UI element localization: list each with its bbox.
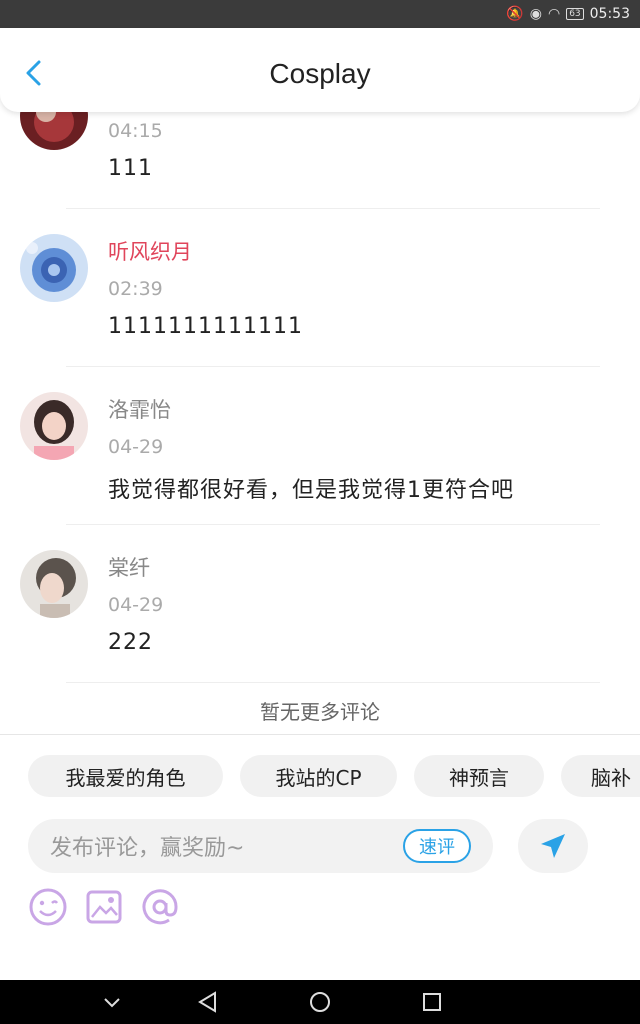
triangle-back-icon: [198, 991, 216, 1013]
mention-button[interactable]: [140, 887, 180, 927]
avatar[interactable]: [20, 550, 88, 618]
send-button[interactable]: [518, 819, 588, 873]
comment-author[interactable]: 洛霏怡: [108, 394, 171, 424]
comment-time: 02:39: [108, 278, 163, 300]
comment-input-placeholder: 发布评论，赢奖励~: [50, 836, 245, 861]
page-title: Cosplay: [269, 58, 371, 89]
no-more-comments: 暂无更多评论: [260, 700, 380, 724]
avatar[interactable]: [20, 392, 88, 460]
comment-time: 04:15: [108, 120, 163, 142]
chip-prophecy[interactable]: 神预言: [414, 755, 544, 797]
eye-comfort-icon: ◉: [529, 6, 542, 22]
divider: [66, 682, 600, 683]
nav-back-button[interactable]: [194, 988, 222, 1016]
status-time: 05:53: [589, 6, 630, 22]
chip-my-cp[interactable]: 我站的CP: [240, 755, 397, 797]
divider: [66, 524, 600, 525]
chevron-down-icon: [104, 998, 120, 1008]
send-icon: [541, 834, 565, 858]
emoji-button[interactable]: [28, 887, 68, 927]
quick-topic-chips: 我最爱的角色 我站的CP 神预言 脑补: [0, 755, 640, 797]
comment-text: 111: [108, 156, 153, 181]
comment-time: 04-29: [108, 594, 164, 616]
battery-icon: 63: [566, 8, 584, 20]
circle-home-icon: [310, 992, 330, 1012]
mention-icon: [142, 889, 178, 925]
quick-comment-button[interactable]: 速评: [403, 829, 471, 863]
chip-imagination[interactable]: 脑补: [561, 755, 640, 797]
nav-recents-button[interactable]: [418, 988, 446, 1016]
comment-author[interactable]: 听风织月: [108, 236, 192, 266]
divider: [66, 208, 600, 209]
avatar[interactable]: [20, 234, 88, 302]
avatar[interactable]: [20, 112, 88, 150]
comment-author[interactable]: 棠纤: [108, 552, 150, 582]
nav-home-button[interactable]: [306, 988, 334, 1016]
system-nav-bar: [0, 980, 640, 1024]
emoji-icon: [29, 888, 67, 926]
comment-text: 我觉得都很好看，但是我觉得1更符合吧: [108, 478, 514, 503]
image-icon: [86, 890, 122, 924]
wifi-icon: ◠: [547, 6, 561, 22]
image-button[interactable]: [84, 887, 124, 927]
header: Cosplay: [0, 28, 640, 112]
mute-icon: 🔕: [506, 6, 524, 22]
comment-text: 222: [108, 630, 153, 655]
nav-hide-button[interactable]: [98, 988, 126, 1016]
square-recents-icon: [423, 993, 441, 1011]
status-bar: 🔕 ◉ ◠ 63 05:53: [0, 0, 640, 28]
comment-time: 04-29: [108, 436, 164, 458]
comment-list[interactable]: 04:15 111 听风织月 02:39 1111111111111 洛霏怡 0…: [0, 112, 640, 734]
chip-favorite-character[interactable]: 我最爱的角色: [28, 755, 223, 797]
divider: [66, 366, 600, 367]
comment-panel: 我最爱的角色 我站的CP 神预言 脑补 发布评论，赢奖励~ 速评: [0, 734, 640, 980]
comment-input[interactable]: 发布评论，赢奖励~ 速评: [28, 819, 493, 873]
comment-text: 1111111111111: [108, 314, 303, 339]
